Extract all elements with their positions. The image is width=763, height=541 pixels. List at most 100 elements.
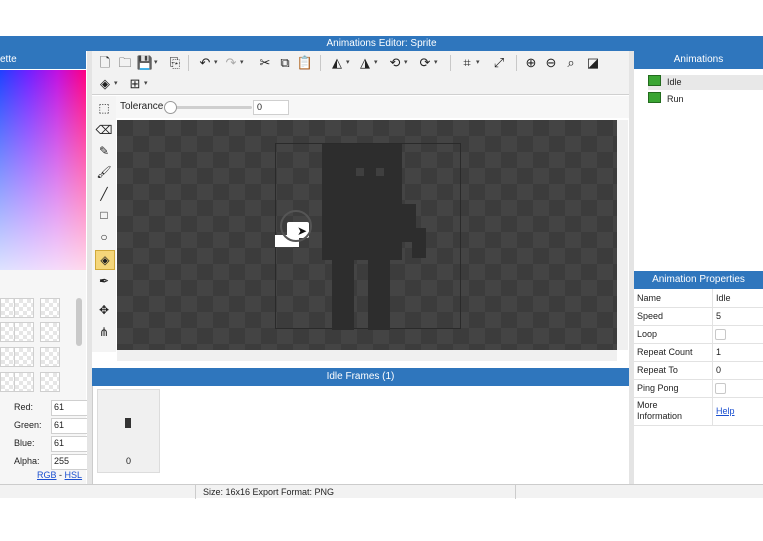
palette-swatch[interactable]: [14, 298, 34, 318]
status-separator: [515, 485, 516, 499]
cut-icon[interactable]: ✂: [256, 55, 274, 71]
rotate-right-icon[interactable]: ⟳: [416, 55, 434, 71]
zoom-fit-icon[interactable]: ⌕: [562, 55, 580, 71]
palette-swatch[interactable]: [14, 347, 34, 367]
blue-input[interactable]: 61: [51, 436, 89, 452]
rgb-link[interactable]: RGB: [37, 470, 57, 480]
alpha-input[interactable]: 255: [51, 454, 89, 470]
toolbar-separator: [320, 55, 321, 71]
redo-icon[interactable]: ↷: [222, 55, 240, 71]
line-icon[interactable]: ╱: [95, 185, 113, 203]
green-input[interactable]: 61: [51, 418, 89, 434]
hsl-link[interactable]: HSL: [65, 470, 83, 480]
rectangle-icon[interactable]: □: [95, 206, 113, 224]
zoom-in-icon[interactable]: ⊕: [522, 55, 540, 71]
color-spectrum-picker[interactable]: [0, 70, 86, 270]
flip-vertical-dropdown-icon[interactable]: ▾: [374, 55, 378, 71]
status-text: Size: 16x16 Export Format: PNG: [203, 487, 335, 497]
alpha-label: Alpha:: [14, 456, 40, 466]
flip-horizontal-icon[interactable]: ◭: [328, 55, 346, 71]
property-name-value[interactable]: Idle: [712, 289, 763, 307]
pencil-icon[interactable]: ✎: [95, 142, 113, 160]
red-input[interactable]: 61: [51, 400, 89, 416]
property-more-information-cell: Help: [712, 397, 763, 425]
brush-icon[interactable]: 🖌: [95, 163, 113, 181]
save-icon[interactable]: 💾: [136, 55, 154, 71]
tolerance-slider-thumb[interactable]: [164, 101, 177, 114]
export-icon[interactable]: ⎘: [166, 55, 184, 71]
property-speed-value[interactable]: 5: [712, 307, 763, 325]
help-link[interactable]: Help: [716, 406, 735, 416]
toolbar-separator: [188, 55, 189, 71]
palette-scrollbar[interactable]: [76, 298, 82, 346]
palette-panel-header: ette: [0, 51, 86, 69]
copy-icon[interactable]: ⧉: [276, 55, 294, 71]
toggle-background-icon[interactable]: ◪: [584, 55, 602, 71]
mouse-pointer-icon: ➤: [297, 224, 308, 238]
sprite-left-eye: [356, 168, 364, 176]
eraser-icon[interactable]: ⌫: [95, 121, 113, 139]
property-key: Ping Pong: [637, 383, 679, 393]
animation-item-idle[interactable]: Idle: [648, 75, 763, 90]
drawing-tools: ⬚ ⌫ ✎ 🖌 ╱ □ ○ ◈ ✒ ✥ ⋔: [92, 96, 116, 352]
canvas-vertical-scrollbar[interactable]: [617, 120, 628, 350]
frame-thumbnail[interactable]: 0: [97, 389, 160, 473]
tool-options-bar: Tolerance 0: [92, 96, 629, 118]
property-repeat-count-value[interactable]: 1: [712, 343, 763, 361]
move-point-icon[interactable]: ✥: [95, 301, 113, 319]
property-key: Speed: [637, 311, 664, 321]
palette-swatch[interactable]: [14, 322, 34, 342]
tolerance-input[interactable]: 0: [253, 100, 289, 115]
palette-swatch[interactable]: [14, 372, 34, 392]
toolbar-separator: [450, 55, 451, 71]
undo-dropdown-icon[interactable]: ▾: [214, 55, 218, 71]
rotate-right-dropdown-icon[interactable]: ▾: [434, 55, 438, 71]
frames-panel-title: Idle Frames (1): [326, 371, 395, 382]
cursor-highlight-ring: [280, 210, 312, 242]
frame-index: 0: [125, 456, 131, 466]
rotate-left-dropdown-icon[interactable]: ▾: [404, 55, 408, 71]
redo-dropdown-icon[interactable]: ▾: [240, 55, 244, 71]
undo-icon[interactable]: ↶: [196, 55, 214, 71]
crop-icon[interactable]: ⌗: [458, 55, 476, 71]
flip-vertical-icon[interactable]: ◮: [356, 55, 374, 71]
rotate-left-icon[interactable]: ⟲: [386, 55, 404, 71]
property-repeat-to-value[interactable]: 0: [712, 361, 763, 379]
palette-swatch[interactable]: [40, 322, 60, 342]
palette-swatch[interactable]: [40, 372, 60, 392]
new-file-icon[interactable]: 🗋: [96, 55, 114, 71]
toolbar-separator: [516, 55, 517, 71]
grid-dropdown-icon[interactable]: ▾: [144, 76, 148, 92]
tolerance-slider-track[interactable]: [170, 106, 252, 109]
property-key: Loop: [637, 329, 658, 339]
open-folder-icon[interactable]: 🗀: [116, 55, 134, 71]
layers-dropdown-icon[interactable]: ▾: [114, 76, 118, 92]
save-dropdown-icon[interactable]: ▾: [154, 55, 158, 71]
property-key: Repeat Count: [637, 347, 693, 357]
canvas-horizontal-scrollbar[interactable]: [117, 350, 617, 361]
loop-checkbox[interactable]: [715, 329, 726, 340]
grid-icon[interactable]: ⊞: [126, 76, 144, 92]
resize-icon[interactable]: ⤢: [490, 55, 508, 71]
skeleton-icon[interactable]: ⋔: [95, 323, 113, 341]
ellipse-icon[interactable]: ○: [95, 228, 113, 246]
palette-swatch[interactable]: [40, 298, 60, 318]
fill-bucket-icon[interactable]: ◈: [95, 250, 115, 270]
animation-item-run[interactable]: Run: [648, 92, 763, 107]
crop-dropdown-icon[interactable]: ▾: [476, 55, 480, 71]
palette-swatch[interactable]: [40, 347, 60, 367]
property-key: More Information: [637, 400, 683, 421]
ping-pong-checkbox[interactable]: [715, 383, 726, 394]
status-separator: [195, 485, 196, 499]
flip-horizontal-dropdown-icon[interactable]: ▾: [346, 55, 350, 71]
select-rect-icon[interactable]: ⬚: [95, 99, 113, 117]
properties-panel-header: Animation Properties: [634, 271, 763, 289]
property-key: Repeat To: [637, 365, 678, 375]
eyedropper-icon[interactable]: ✒: [95, 272, 113, 290]
palette-title: ette: [0, 54, 17, 65]
paste-icon[interactable]: 📋: [296, 55, 314, 71]
layers-icon[interactable]: ◈: [96, 76, 114, 92]
animation-name: Idle: [667, 77, 682, 87]
color-mode-links: RGB - HSL: [37, 469, 82, 481]
zoom-out-icon[interactable]: ⊖: [542, 55, 560, 71]
